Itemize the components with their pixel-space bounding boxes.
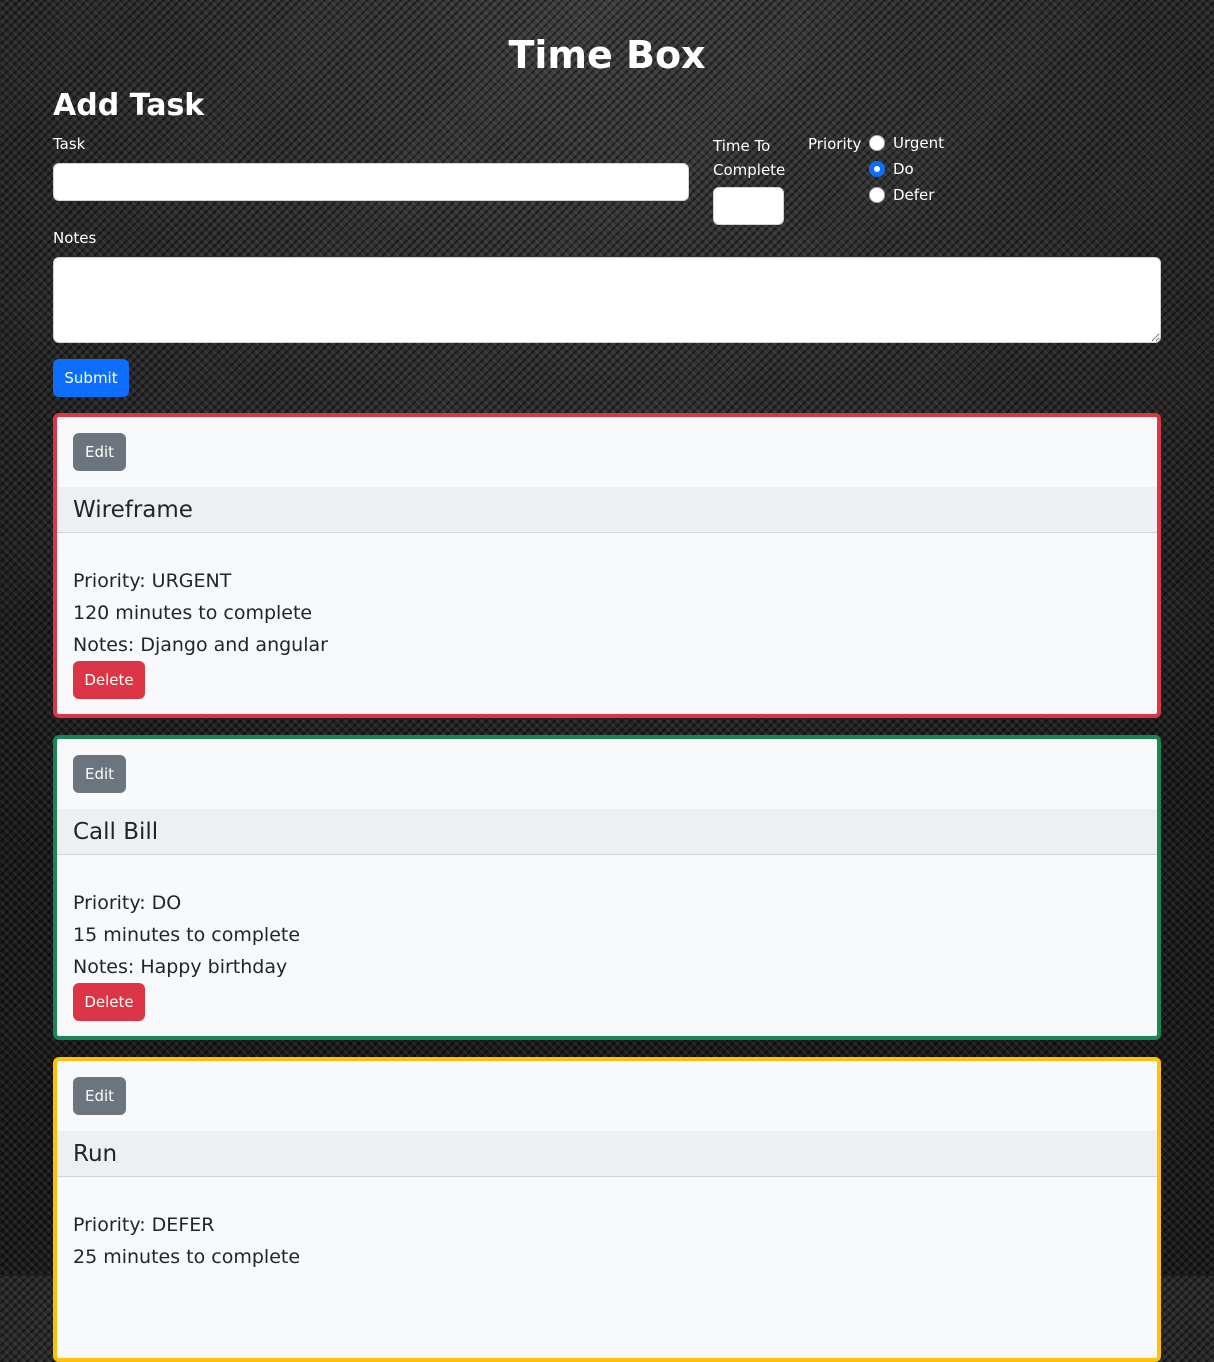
- priority-option-do[interactable]: Do: [869, 158, 914, 180]
- defer-radio[interactable]: [869, 187, 885, 203]
- notes-label: Notes: [53, 229, 97, 247]
- task-card: Edit Wireframe Priority: URGENT 120 minu…: [53, 413, 1161, 718]
- task-priority: Priority: DO: [73, 892, 182, 914]
- priority-option-urgent[interactable]: Urgent: [869, 132, 944, 154]
- urgent-radio[interactable]: [869, 135, 885, 151]
- defer-radio-label: Defer: [893, 186, 935, 204]
- task-time: 120 minutes to complete: [73, 602, 313, 624]
- time-to-complete-label: Time To Complete: [713, 137, 786, 179]
- task-title: Call Bill: [73, 819, 159, 845]
- page-title: Time Box: [508, 33, 706, 77]
- task-time: 25 minutes to complete: [73, 1246, 301, 1268]
- task-card: Edit Run Priority: DEFER 25 minutes to c…: [53, 1057, 1161, 1362]
- do-radio-label: Do: [893, 160, 914, 178]
- notes-textarea[interactable]: [53, 257, 1161, 343]
- delete-button[interactable]: Delete: [73, 661, 145, 699]
- add-task-heading: Add Task: [53, 88, 205, 123]
- edit-button[interactable]: Edit: [73, 755, 126, 793]
- task-time: 15 minutes to complete: [73, 924, 301, 946]
- task-priority: Priority: URGENT: [73, 570, 232, 592]
- task-card-header: Wireframe: [57, 487, 1157, 533]
- task-title: Wireframe: [73, 497, 193, 523]
- task-title: Run: [73, 1141, 118, 1167]
- task-notes: Notes: Happy birthday: [73, 956, 288, 978]
- priority-label: Priority: [808, 135, 862, 153]
- time-to-complete-input[interactable]: [713, 187, 784, 225]
- delete-button[interactable]: Delete: [73, 983, 145, 1021]
- priority-option-defer[interactable]: Defer: [869, 184, 934, 206]
- task-card: Edit Call Bill Priority: DO 15 minutes t…: [53, 735, 1161, 1040]
- urgent-radio-label: Urgent: [893, 134, 945, 152]
- task-notes: Notes: Django and angular: [73, 634, 328, 656]
- edit-button[interactable]: Edit: [73, 433, 126, 471]
- task-card-header: Run: [57, 1131, 1157, 1177]
- task-label: Task: [53, 135, 86, 153]
- edit-button[interactable]: Edit: [73, 1077, 126, 1115]
- task-input[interactable]: [53, 163, 689, 201]
- task-card-header: Call Bill: [57, 809, 1157, 855]
- submit-button[interactable]: Submit: [53, 359, 129, 397]
- task-priority: Priority: DEFER: [73, 1214, 215, 1236]
- do-radio[interactable]: [869, 161, 885, 177]
